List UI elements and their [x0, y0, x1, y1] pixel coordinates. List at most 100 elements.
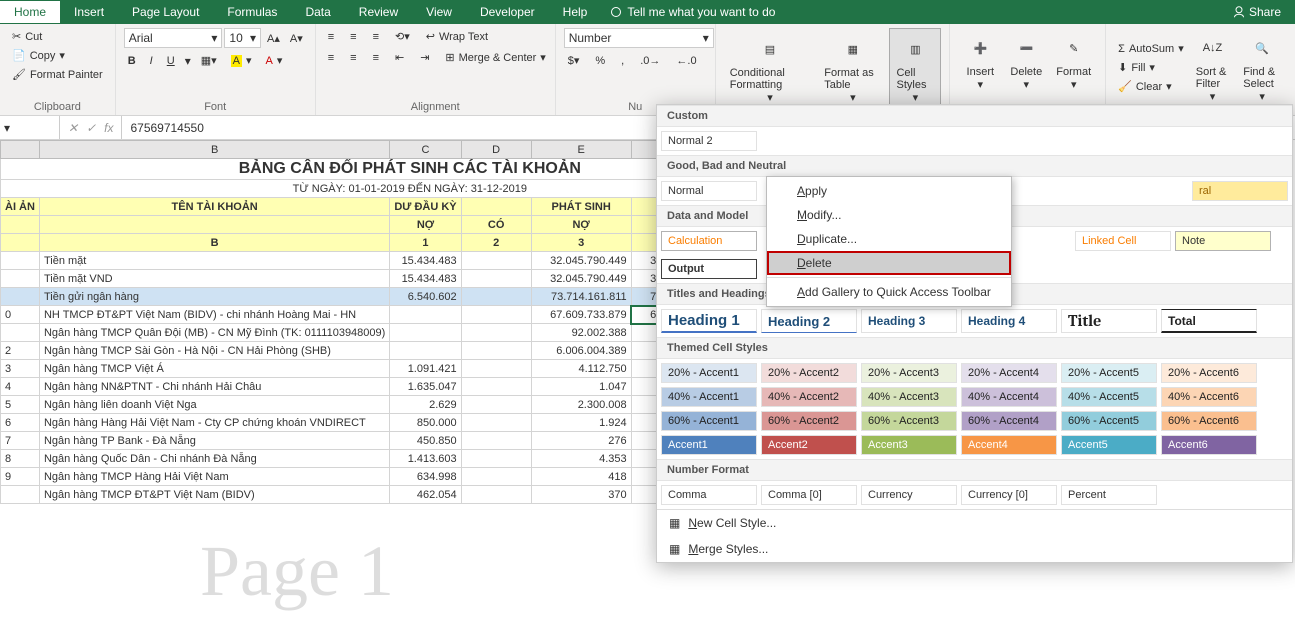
- delete-button[interactable]: ➖Delete▾: [1004, 28, 1048, 95]
- format-button[interactable]: ✎Format▾: [1050, 28, 1097, 95]
- data-cell[interactable]: [461, 396, 531, 414]
- style-chip[interactable]: Heading 1: [661, 309, 757, 333]
- decrease-font-button[interactable]: A▾: [286, 30, 307, 47]
- format-as-table-button[interactable]: ▦Format as Table▾: [818, 29, 887, 108]
- style-chip[interactable]: 60% - Accent3: [861, 411, 957, 431]
- style-chip[interactable]: 60% - Accent5: [1061, 411, 1157, 431]
- style-chip[interactable]: Comma: [661, 485, 757, 505]
- table-header[interactable]: 3: [531, 234, 631, 252]
- align-middle-button[interactable]: ≡: [346, 29, 360, 45]
- style-chip[interactable]: Currency: [861, 485, 957, 505]
- new-cell-style[interactable]: ▦New Cell Style...: [657, 510, 1292, 536]
- account-name-cell[interactable]: Ngân hàng TMCP ĐT&PT Việt Nam (BIDV): [39, 486, 389, 504]
- data-cell[interactable]: 6.006.004.389: [531, 342, 631, 360]
- tab-help[interactable]: Help: [549, 1, 602, 23]
- align-left-button[interactable]: ≡: [324, 50, 338, 66]
- ctx-modify-[interactable]: Modify...: [767, 203, 1011, 227]
- align-right-button[interactable]: ≡: [369, 50, 383, 66]
- style-chip[interactable]: Calculation: [661, 231, 757, 251]
- cancel-formula-icon[interactable]: ✕: [68, 121, 78, 135]
- column-header[interactable]: B: [39, 141, 389, 159]
- style-chip[interactable]: 60% - Accent2: [761, 411, 857, 431]
- wrap-text-button[interactable]: ↩ Wrap Text: [422, 28, 492, 45]
- data-cell[interactable]: 418: [531, 468, 631, 486]
- name-box[interactable]: ▾: [0, 116, 60, 139]
- style-chip[interactable]: Accent5: [1061, 435, 1157, 455]
- bold-button[interactable]: B: [124, 53, 140, 69]
- tab-formulas[interactable]: Formulas: [213, 1, 291, 23]
- data-cell[interactable]: [461, 306, 531, 324]
- table-header[interactable]: DƯ ĐẦU KỲ: [390, 198, 461, 216]
- account-name-cell[interactable]: Ngân hàng TMCP Sài Gòn - Hà Nội - CN Hải…: [39, 342, 389, 360]
- style-chip[interactable]: Heading 3: [861, 309, 957, 333]
- data-cell[interactable]: 7: [1, 432, 40, 450]
- ctx-delete[interactable]: Delete: [767, 251, 1011, 275]
- account-name-cell[interactable]: Ngân hàng Quốc Dân - Chi nhánh Đà Nẵng: [39, 450, 389, 468]
- style-chip[interactable]: ral: [1192, 181, 1288, 201]
- find-select-button[interactable]: 🔍Find & Select▾: [1237, 28, 1287, 107]
- merge-center-button[interactable]: ⊞ Merge & Center ▾: [441, 49, 549, 66]
- column-header[interactable]: E: [531, 141, 631, 159]
- underline-button[interactable]: U: [163, 53, 179, 69]
- style-chip[interactable]: Linked Cell: [1075, 231, 1171, 251]
- data-cell[interactable]: 73.714.161.811: [531, 288, 631, 306]
- data-cell[interactable]: 9: [1, 468, 40, 486]
- ctx-duplicate-[interactable]: Duplicate...: [767, 227, 1011, 251]
- style-chip[interactable]: Output: [661, 259, 757, 279]
- data-cell[interactable]: 92.002.388: [531, 324, 631, 342]
- account-name-cell[interactable]: Ngân hàng liên doanh Việt Nga: [39, 396, 389, 414]
- data-cell[interactable]: 370: [531, 486, 631, 504]
- data-cell[interactable]: [461, 342, 531, 360]
- data-cell[interactable]: 462.054: [390, 486, 461, 504]
- data-cell[interactable]: [1, 486, 40, 504]
- data-cell[interactable]: 15.434.483: [390, 252, 461, 270]
- style-chip[interactable]: Comma [0]: [761, 485, 857, 505]
- increase-decimal-button[interactable]: .0→: [636, 53, 664, 69]
- style-chip[interactable]: Accent3: [861, 435, 957, 455]
- style-chip[interactable]: Currency [0]: [961, 485, 1057, 505]
- style-chip[interactable]: 40% - Accent5: [1061, 387, 1157, 407]
- account-name-cell[interactable]: Ngân hàng TMCP Hàng Hải Việt Nam: [39, 468, 389, 486]
- table-header[interactable]: NỢ: [531, 216, 631, 234]
- data-cell[interactable]: 67.609.733.879: [531, 306, 631, 324]
- ctx-apply[interactable]: Apply: [767, 179, 1011, 203]
- style-chip[interactable]: Total: [1161, 309, 1257, 333]
- style-chip[interactable]: Heading 2: [761, 309, 857, 333]
- data-cell[interactable]: 1.413.603: [390, 450, 461, 468]
- align-center-button[interactable]: ≡: [346, 50, 360, 66]
- tab-review[interactable]: Review: [345, 1, 412, 23]
- data-cell[interactable]: 634.998: [390, 468, 461, 486]
- data-cell[interactable]: 1.635.047: [390, 378, 461, 396]
- style-chip[interactable]: Normal 2: [661, 131, 757, 151]
- table-header[interactable]: 1: [390, 234, 461, 252]
- data-cell[interactable]: 2.629: [390, 396, 461, 414]
- data-cell[interactable]: 15.434.483: [390, 270, 461, 288]
- data-cell[interactable]: 1.924: [531, 414, 631, 432]
- font-color-button[interactable]: A▾: [262, 52, 287, 69]
- format-painter-button[interactable]: 🖌 Format Painter: [8, 66, 107, 83]
- data-cell[interactable]: [461, 252, 531, 270]
- style-chip[interactable]: 40% - Accent2: [761, 387, 857, 407]
- data-cell[interactable]: [461, 324, 531, 342]
- data-cell[interactable]: 3: [1, 360, 40, 378]
- data-cell[interactable]: 32.045.790.449: [531, 252, 631, 270]
- style-chip[interactable]: Percent: [1061, 485, 1157, 505]
- data-cell[interactable]: [1, 270, 40, 288]
- style-chip[interactable]: Accent1: [661, 435, 757, 455]
- table-header[interactable]: [39, 216, 389, 234]
- table-header[interactable]: PHÁT SINH: [531, 198, 631, 216]
- data-cell[interactable]: 1.047: [531, 378, 631, 396]
- data-cell[interactable]: [1, 288, 40, 306]
- data-cell[interactable]: 32.045.790.449: [531, 270, 631, 288]
- fill-color-button[interactable]: A▾: [227, 52, 256, 69]
- share-button[interactable]: Share: [1219, 5, 1295, 19]
- style-chip[interactable]: 60% - Accent6: [1161, 411, 1257, 431]
- data-cell[interactable]: 2.300.008: [531, 396, 631, 414]
- style-chip[interactable]: 20% - Accent6: [1161, 363, 1257, 383]
- data-cell[interactable]: 4.112.750: [531, 360, 631, 378]
- data-cell[interactable]: [390, 324, 461, 342]
- insert-button[interactable]: ➕Insert▾: [958, 28, 1002, 95]
- account-name-cell[interactable]: Ngân hàng TMCP Việt Á: [39, 360, 389, 378]
- data-cell[interactable]: 6.540.602: [390, 288, 461, 306]
- data-cell[interactable]: [461, 270, 531, 288]
